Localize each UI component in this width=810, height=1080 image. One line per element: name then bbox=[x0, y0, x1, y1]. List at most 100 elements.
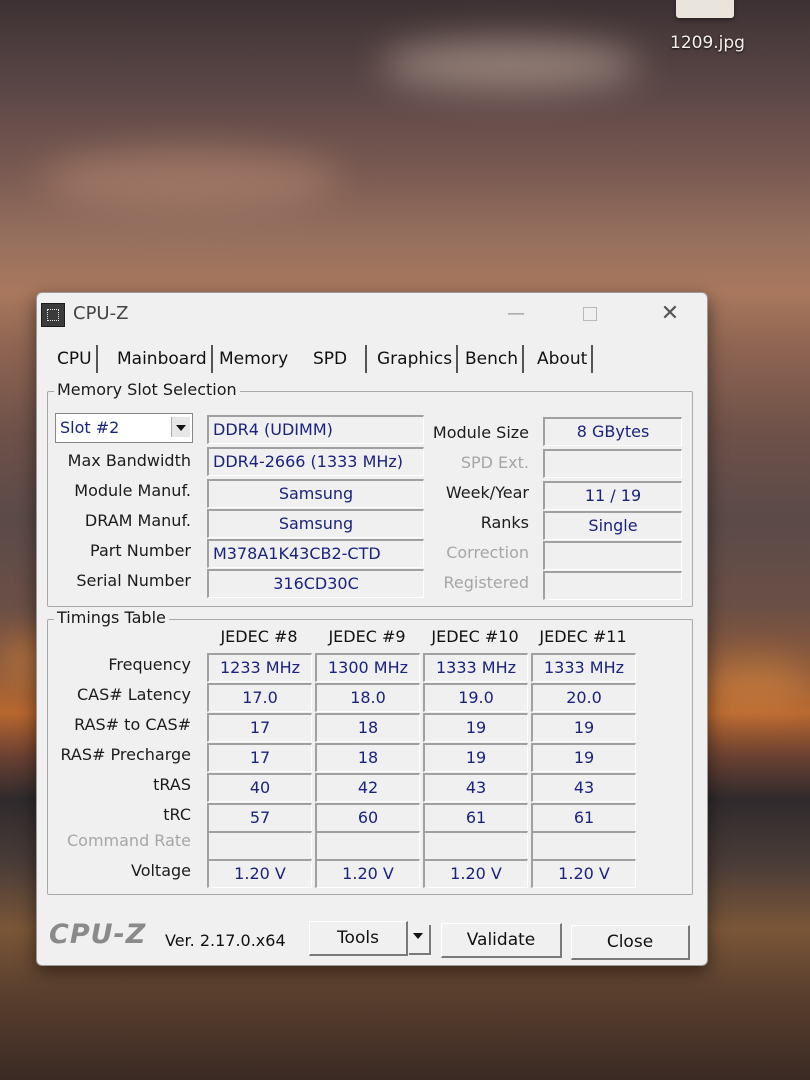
timing-cell: 1.20 V bbox=[315, 859, 420, 888]
timing-row-label: CAS# Latency bbox=[76, 685, 191, 704]
timing-cell: 57 bbox=[207, 803, 312, 832]
chevron-down-icon bbox=[413, 933, 423, 939]
timing-row-label: RAS# to CAS# bbox=[74, 715, 191, 734]
timings-group-label: Timings Table bbox=[54, 608, 169, 627]
close-button[interactable]: Close bbox=[571, 925, 690, 960]
memory-slot-group-label: Memory Slot Selection bbox=[54, 380, 240, 399]
part-number-value: M378A1K43CB2-CTD bbox=[207, 539, 424, 568]
tools-dropdown-arrow[interactable] bbox=[409, 925, 431, 955]
max-bandwidth-label: Max Bandwidth bbox=[67, 451, 191, 470]
timing-cell: 19 bbox=[531, 713, 636, 742]
slot-select[interactable]: Slot #2 bbox=[55, 413, 193, 443]
module-manuf-label: Module Manuf. bbox=[74, 481, 191, 500]
footer-bar: CPU-Z Ver. 2.17.0.x64 Tools Validate Clo… bbox=[37, 911, 707, 965]
timing-cell: 17 bbox=[207, 743, 312, 772]
desktop-file-icon[interactable] bbox=[676, 0, 734, 18]
part-number-label: Part Number bbox=[90, 541, 191, 560]
timing-column-header: JEDEC #11 bbox=[539, 627, 627, 646]
timing-cell: 1300 MHz bbox=[315, 653, 420, 682]
spd-ext-label: SPD Ext. bbox=[460, 453, 529, 472]
slot-dropdown-arrow[interactable] bbox=[171, 417, 190, 437]
timing-cell: 1233 MHz bbox=[207, 653, 312, 682]
tab-bench[interactable]: Bench bbox=[461, 345, 525, 373]
validate-button[interactable]: Validate bbox=[441, 923, 562, 958]
timing-cell: 17 bbox=[207, 713, 312, 742]
ranks-value: Single bbox=[543, 511, 682, 540]
cpuz-brand-logo: CPU-Z bbox=[49, 919, 147, 950]
timing-cell: 1333 MHz bbox=[423, 653, 528, 682]
max-bandwidth-value: DDR4-2666 (1333 MHz) bbox=[207, 447, 424, 476]
tab-memory[interactable]: Memory bbox=[215, 345, 292, 373]
cpuz-window: CPU-Z — ✕ CPU Mainboard Memory SPD Graph… bbox=[36, 292, 708, 966]
timing-cell: 43 bbox=[423, 773, 528, 802]
timing-cell bbox=[207, 831, 312, 860]
minimize-button[interactable]: — bbox=[493, 297, 539, 331]
serial-number-label: Serial Number bbox=[76, 571, 191, 590]
timing-cell: 20.0 bbox=[531, 683, 636, 712]
ranks-label: Ranks bbox=[480, 513, 529, 532]
desktop-file-label[interactable]: 1209.jpg bbox=[670, 33, 745, 53]
slot-select-value: Slot #2 bbox=[60, 418, 120, 437]
week-year-label: Week/Year bbox=[445, 483, 529, 502]
timing-row-label: tRC bbox=[163, 805, 191, 824]
timing-row-label: Command Rate bbox=[66, 831, 191, 850]
timing-cell: 40 bbox=[207, 773, 312, 802]
timing-cell: 19 bbox=[531, 743, 636, 772]
tab-mainboard[interactable]: Mainboard bbox=[113, 345, 213, 373]
timing-cell: 60 bbox=[315, 803, 420, 832]
timing-cell bbox=[423, 831, 528, 860]
timing-cell: 43 bbox=[531, 773, 636, 802]
correction-value bbox=[543, 541, 682, 570]
timing-cell: 18.0 bbox=[315, 683, 420, 712]
timing-cell: 61 bbox=[423, 803, 528, 832]
tab-about[interactable]: About bbox=[533, 345, 594, 373]
timing-cell: 61 bbox=[531, 803, 636, 832]
timing-column-header: JEDEC #9 bbox=[328, 627, 406, 646]
module-manuf-value: Samsung bbox=[207, 479, 424, 508]
close-window-button[interactable]: ✕ bbox=[647, 297, 693, 331]
memory-type-field: DDR4 (UDIMM) bbox=[207, 415, 424, 444]
window-title: CPU-Z bbox=[73, 303, 129, 324]
dram-manuf-value: Samsung bbox=[207, 509, 424, 538]
timing-cell: 19 bbox=[423, 743, 528, 772]
week-year-value: 11 / 19 bbox=[543, 481, 682, 510]
timing-cell: 1.20 V bbox=[423, 859, 528, 888]
correction-label: Correction bbox=[446, 543, 529, 562]
timing-cell: 1333 MHz bbox=[531, 653, 636, 682]
title-bar[interactable]: CPU-Z — ✕ bbox=[37, 293, 707, 335]
cpuz-app-icon bbox=[41, 303, 65, 327]
timing-column-header: JEDEC #10 bbox=[431, 627, 519, 646]
module-size-label: Module Size bbox=[432, 423, 529, 442]
serial-number-value: 316CD30C bbox=[207, 569, 424, 598]
timing-cell bbox=[531, 831, 636, 860]
chevron-down-icon bbox=[176, 425, 186, 431]
timing-cell: 17.0 bbox=[207, 683, 312, 712]
timing-cell: 1.20 V bbox=[207, 859, 312, 888]
timing-row-label: Voltage bbox=[130, 861, 191, 880]
timing-row-label: RAS# Precharge bbox=[60, 745, 191, 764]
tab-spd[interactable]: SPD bbox=[309, 345, 368, 373]
maximize-icon bbox=[583, 307, 597, 321]
timing-column-header: JEDEC #8 bbox=[220, 627, 298, 646]
tools-button[interactable]: Tools bbox=[309, 921, 408, 956]
timing-cell bbox=[315, 831, 420, 860]
sky-cloud bbox=[700, 660, 810, 710]
sky-cloud bbox=[40, 150, 340, 210]
timing-cell: 18 bbox=[315, 743, 420, 772]
sky-cloud bbox=[380, 40, 640, 90]
registered-label: Registered bbox=[443, 573, 529, 592]
timing-row-label: Frequency bbox=[108, 655, 191, 674]
tab-cpu[interactable]: CPU bbox=[53, 345, 98, 373]
registered-value bbox=[543, 571, 682, 600]
timing-cell: 1.20 V bbox=[531, 859, 636, 888]
timing-cell: 19.0 bbox=[423, 683, 528, 712]
tab-graphics[interactable]: Graphics bbox=[373, 345, 459, 373]
timing-cell: 18 bbox=[315, 713, 420, 742]
module-size-value: 8 GBytes bbox=[543, 417, 682, 446]
maximize-button[interactable] bbox=[567, 297, 613, 331]
dram-manuf-label: DRAM Manuf. bbox=[84, 511, 191, 530]
timing-cell: 19 bbox=[423, 713, 528, 742]
timing-cell: 42 bbox=[315, 773, 420, 802]
timing-row-label: tRAS bbox=[153, 775, 191, 794]
version-label: Ver. 2.17.0.x64 bbox=[165, 931, 286, 950]
